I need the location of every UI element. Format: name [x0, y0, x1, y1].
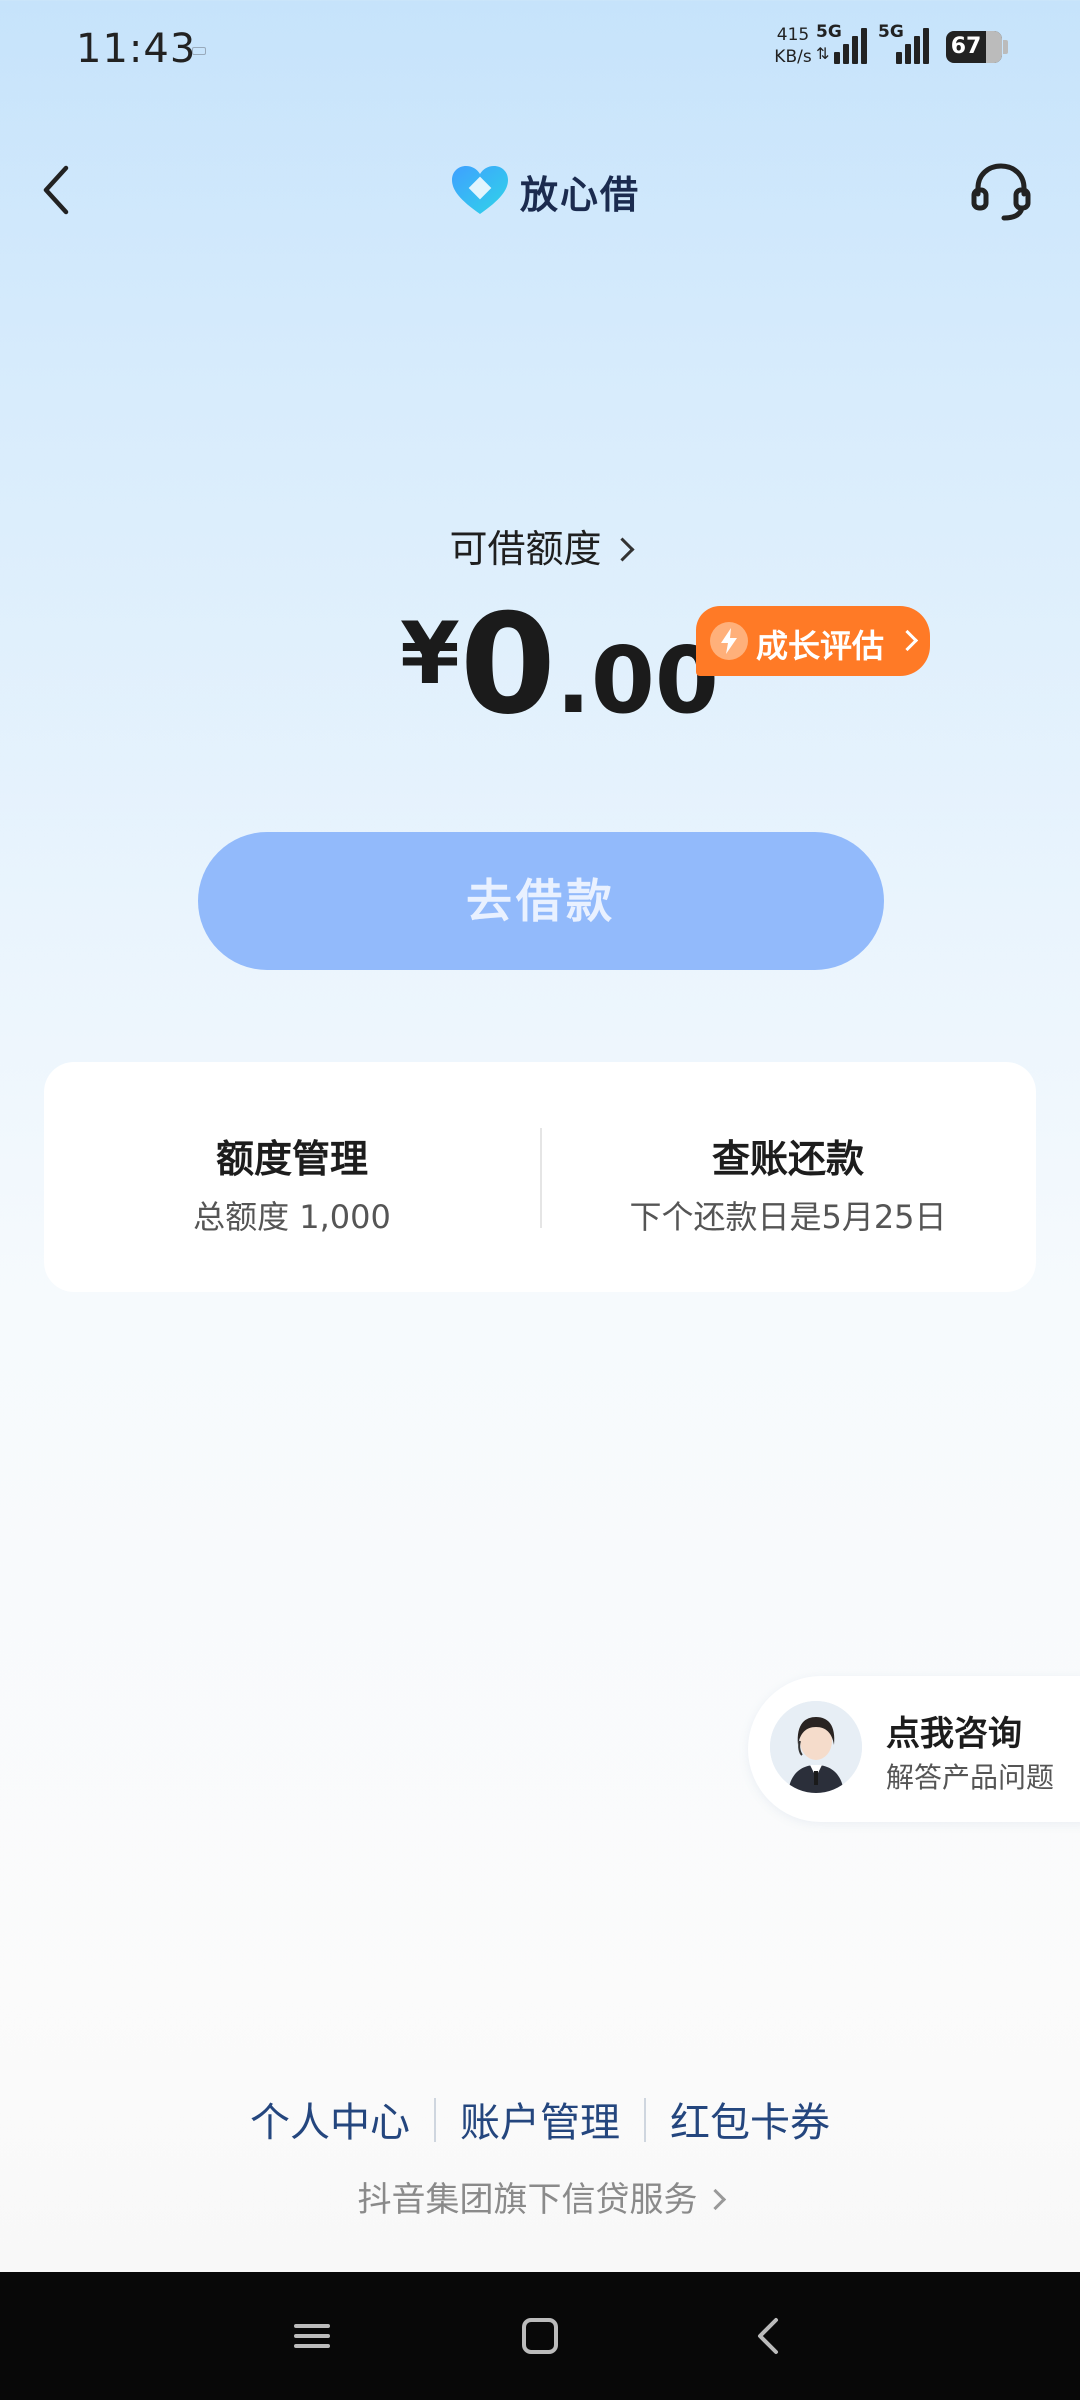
data-arrows-icon: ⇅	[816, 44, 830, 63]
amount-currency: ¥	[400, 604, 460, 704]
consult-float-button[interactable]: 点我咨询 解答产品问题	[748, 1676, 1080, 1822]
limit-management-entry[interactable]: 额度管理 总额度 1,000	[44, 1062, 540, 1292]
network-speed: 415 KB/s	[770, 24, 816, 68]
available-limit-label: 可借额度	[449, 527, 602, 571]
chevron-left-icon	[43, 165, 69, 215]
limit-management-title: 额度管理	[215, 1137, 368, 1181]
chevron-right-icon	[896, 629, 919, 652]
coupons-link[interactable]: 红包卡券	[646, 2090, 854, 2148]
consult-title: 点我咨询	[886, 1714, 1022, 1754]
signal-bars-icon	[830, 28, 870, 64]
personal-center-link[interactable]: 个人中心	[226, 2090, 434, 2148]
menu-icon	[294, 2324, 330, 2348]
signal-2: 5G	[878, 22, 938, 68]
brand-name: 放心借	[520, 173, 641, 217]
consult-subtitle: 解答产品问题	[886, 1761, 1055, 1794]
total-limit-text: 总额度 1,000	[193, 1198, 391, 1236]
battery-icon: 67	[946, 31, 1002, 63]
notification-icon	[192, 47, 206, 55]
network-speed-value: 415	[776, 25, 810, 45]
footer-links: 个人中心 账户管理 红包卡券	[0, 2090, 1080, 2150]
growth-assessment-label: 成长评估	[756, 627, 885, 665]
borrow-button[interactable]: 去借款	[198, 832, 884, 970]
account-management-link[interactable]: 账户管理	[436, 2090, 644, 2148]
lightning-icon	[710, 622, 748, 660]
clock: 11:43	[76, 26, 197, 72]
home-icon	[522, 2318, 558, 2354]
status-bar: 11:43 415 KB/s 5G ⇅ 5G 67	[0, 0, 1080, 100]
customer-service-button[interactable]	[966, 156, 1036, 226]
service-provider-text: 抖音集团旗下信贷服务	[357, 2180, 698, 2220]
network-speed-unit: KB/s	[774, 47, 812, 67]
system-navigation-bar	[0, 2272, 1080, 2400]
battery-tip	[1003, 40, 1008, 54]
heart-logo-icon	[452, 166, 508, 214]
amount-decimal: .00	[555, 627, 719, 734]
signal-bars-icon	[892, 28, 932, 64]
growth-assessment-button[interactable]: 成长评估	[696, 606, 930, 676]
available-limit-link[interactable]: 可借额度	[0, 518, 1080, 573]
signal-1: 5G ⇅	[816, 22, 876, 68]
available-amount: ¥0.00	[400, 596, 719, 735]
amount-integer: 0	[459, 584, 556, 745]
chevron-right-icon	[609, 537, 635, 562]
next-repayment-text: 下个还款日是5月25日	[629, 1198, 947, 1236]
back-button[interactable]	[36, 160, 80, 220]
agent-avatar	[770, 1701, 862, 1793]
back-nav-button[interactable]	[740, 2306, 800, 2366]
battery-level: 67	[950, 34, 982, 59]
menu-button[interactable]	[282, 2306, 342, 2366]
service-provider-link[interactable]: 抖音集团旗下信贷服务	[0, 2172, 1080, 2221]
chevron-right-icon	[704, 2188, 726, 2211]
back-icon	[758, 2318, 778, 2354]
repayment-entry[interactable]: 查账还款 下个还款日是5月25日	[540, 1062, 1036, 1292]
home-button[interactable]	[510, 2306, 570, 2366]
account-card: 额度管理 总额度 1,000 查账还款 下个还款日是5月25日	[44, 1062, 1036, 1292]
headset-icon	[971, 163, 1031, 221]
repayment-title: 查账还款	[711, 1137, 864, 1181]
